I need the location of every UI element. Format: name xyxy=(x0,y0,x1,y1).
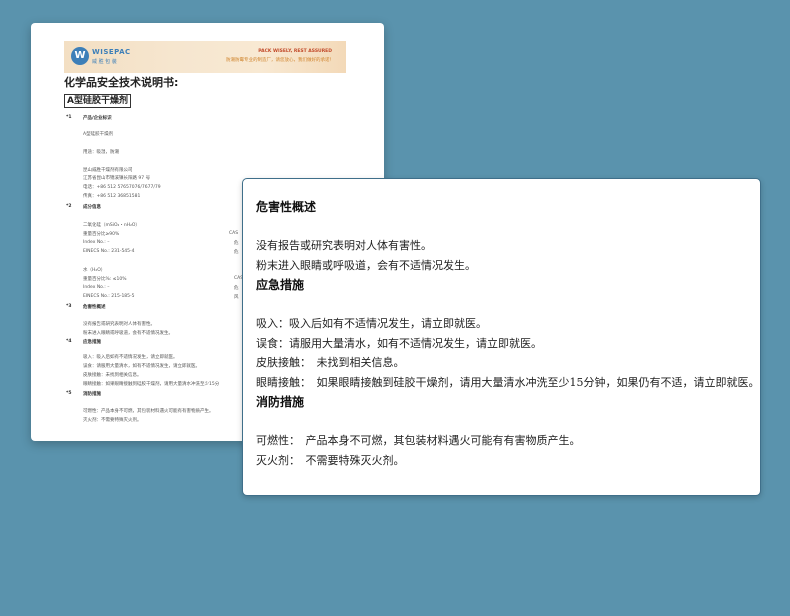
product-name: A型硅胶干燥剂 xyxy=(64,94,131,108)
section-line: 可燃性：产品本身不可燃，其包装材料遇火可能有有害物质产生。 xyxy=(83,409,214,414)
document-title: 化学品安全技术说明书: xyxy=(64,76,179,89)
zoomed-excerpt-card: 危害性概述 没有报告或研究表明对人体有害性。 粉末进入眼睛或呼吸道，会有不适情况… xyxy=(242,178,761,496)
section-line: 没有报告或研究表明对人体有害性。 xyxy=(83,322,155,327)
section-line: 水（H₂O） xyxy=(83,268,106,273)
section-number: *3 xyxy=(66,304,72,309)
section-line: Index No.: – xyxy=(83,285,110,290)
section-line: 粉末进入眼睛或呼吸道，会有不适情况发生。 xyxy=(83,331,173,336)
section-line: 重量百分比≥90% xyxy=(83,232,120,237)
section-number: *5 xyxy=(66,391,72,396)
section-line: EINECS No.: 215-185-5 xyxy=(83,294,135,299)
first-aid-line: 皮肤接触： 未找到相关信息。 xyxy=(256,356,405,369)
right-column-text: 危 xyxy=(234,286,239,291)
section-line: 二氧化硅（mSiO₂・nH₂O） xyxy=(83,223,140,228)
right-column-text: 危 xyxy=(234,250,239,255)
section-title: 成分信息 xyxy=(83,205,101,210)
section-line: EINECS No.: 231-545-4 xyxy=(83,249,135,254)
fire-line: 灭火剂： 不需要特殊灭火剂。 xyxy=(256,454,405,467)
section-number: *1 xyxy=(66,115,72,120)
hazard-overview-heading: 危害性概述 xyxy=(256,200,317,214)
wisepac-logo-icon: W xyxy=(71,47,89,65)
section-line: 江苏省昆山市锦溪镇长阳路 97 号 xyxy=(83,176,151,181)
section-line: 昆山威胜干燥剂有限公司 xyxy=(83,168,133,173)
section-line: 灭火剂：不需要特殊灭火剂。 xyxy=(83,418,142,423)
section-line: 眼睛接触：如果眼睛接触到硅胶干燥剂，请用大量清水冲洗至少15分 xyxy=(83,382,220,387)
section-number: *4 xyxy=(66,339,72,344)
first-aid-line: 吸入：吸入后如有不适情况发生，请立即就医。 xyxy=(256,317,487,330)
fire-fighting-heading: 消防措施 xyxy=(256,395,305,409)
section-title: 产品/企业标识 xyxy=(83,116,112,121)
hazard-line: 粉末进入眼睛或呼吸道，会有不适情况发生。 xyxy=(256,259,476,272)
section-title: 消防措施 xyxy=(83,392,101,397)
banner-tagline: 防潮防霉专业的制造厂，请您放心，我们做好的承诺！ xyxy=(226,58,334,63)
section-line: 吸入：吸入后如有不适情况发生，请立即就医。 xyxy=(83,355,178,360)
section-title: 危害性概述 xyxy=(83,305,106,310)
section-line: 皮肤接触：未找到相关信息。 xyxy=(83,373,142,378)
section-line: 电话：+86 512 57657076/7677/79 xyxy=(83,185,161,190)
section-line: A型硅胶干燥剂 xyxy=(83,132,114,137)
first-aid-line: 眼睛接触： 如果眼睛接触到硅胶干燥剂，请用大量清水冲洗至少15分钟，如果仍有不适… xyxy=(256,376,760,389)
right-column-text: 危 xyxy=(234,241,239,246)
fire-line: 可燃性： 产品本身不可燃，其包装材料遇火可能有有害物质产生。 xyxy=(256,434,581,447)
section-line: 传真：+86 512 36851581 xyxy=(83,194,141,199)
section-number: *2 xyxy=(66,204,72,209)
first-aid-line: 误食：请服用大量清水，如有不适情况发生，请立即就医。 xyxy=(256,337,542,350)
logo-name: WISEPAC xyxy=(92,48,131,56)
section-line: 用途：吸湿，防潮 xyxy=(83,150,119,155)
section-line: 重量百分比%: ≤10% xyxy=(83,277,127,282)
first-aid-heading: 应急措施 xyxy=(256,278,305,292)
section-title: 应急措施 xyxy=(83,340,101,345)
right-column-text: 风 xyxy=(234,295,239,300)
section-line: 误食：请服用大量清水，如有不适情况发生，请立即就医。 xyxy=(83,364,200,369)
section-line: Index No.: – xyxy=(83,240,110,245)
company-banner: W WISEPAC 威 胜 包 装 PACK WISELY, REST ASSU… xyxy=(64,41,346,73)
banner-slogan: PACK WISELY, REST ASSURED xyxy=(258,49,332,54)
logo-subtitle: 威 胜 包 装 xyxy=(92,59,117,65)
hazard-line: 没有报告或研究表明对人体有害性。 xyxy=(256,239,432,252)
right-column-text: CAS xyxy=(229,231,239,236)
